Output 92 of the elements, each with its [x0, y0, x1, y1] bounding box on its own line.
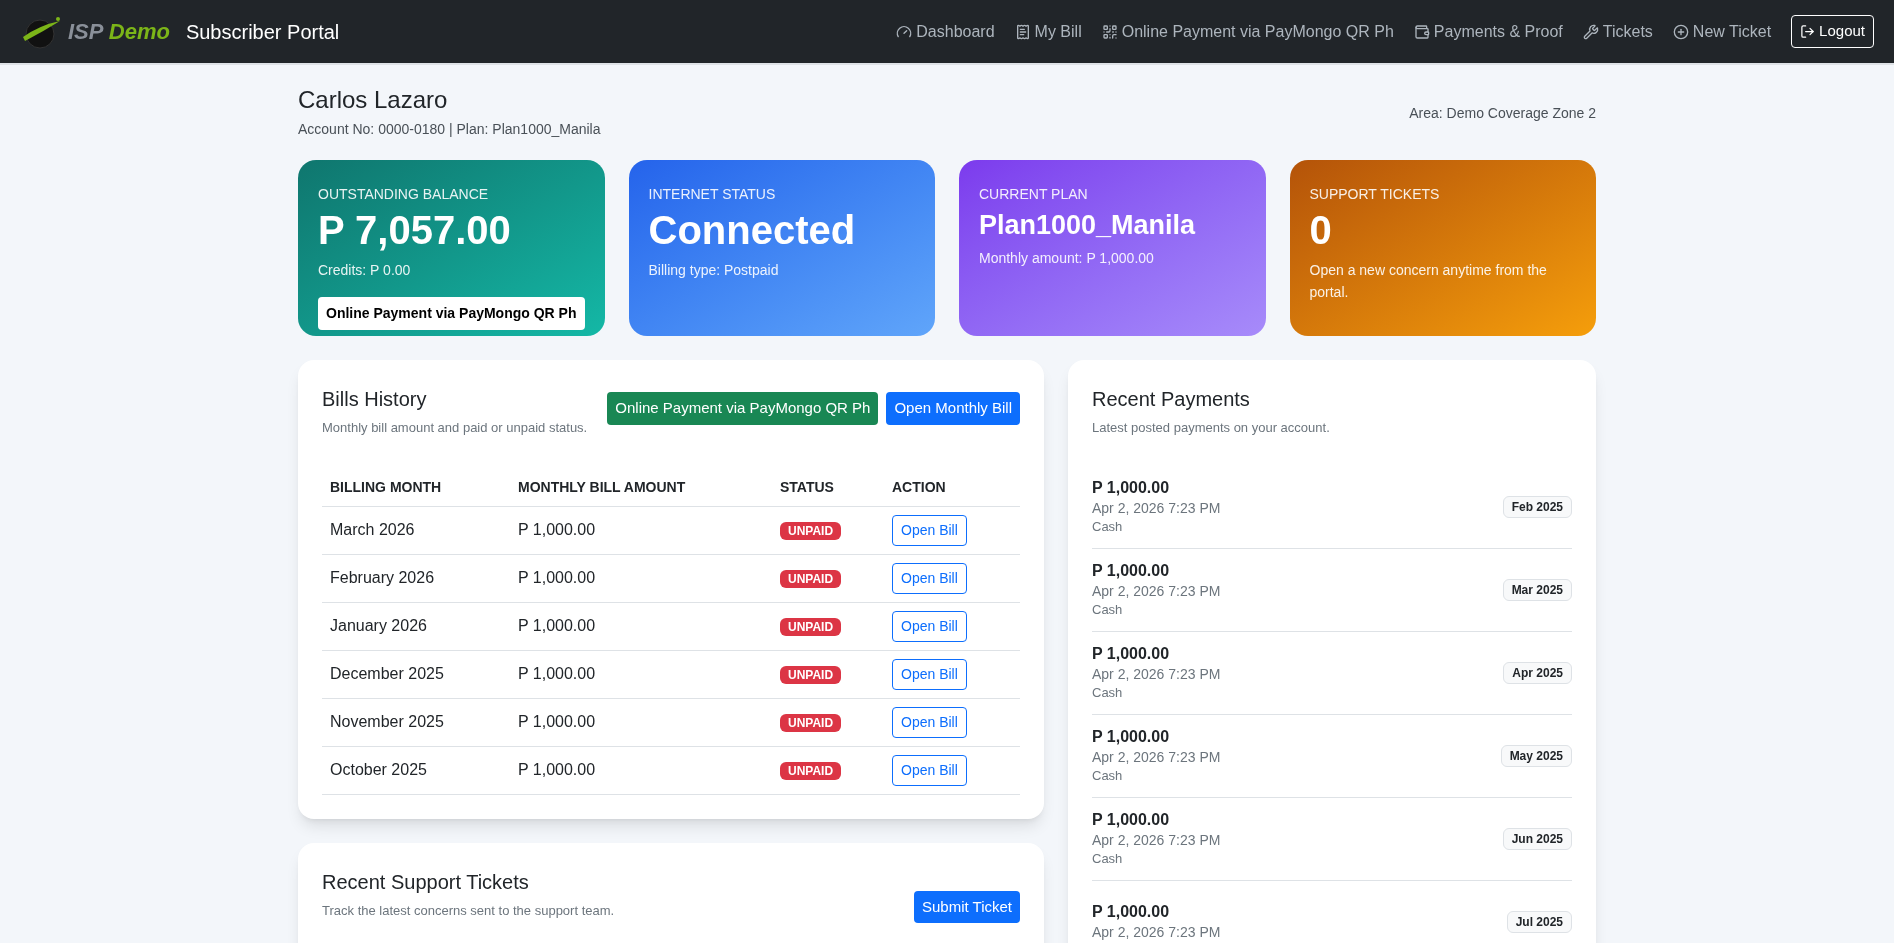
payment-method: Cash: [1092, 849, 1124, 868]
wallet-icon: [1413, 23, 1430, 40]
column-header: STATUS: [772, 468, 884, 506]
brand-logo-text: ISP Demo: [68, 18, 170, 46]
period-badge: May 2025: [1500, 744, 1572, 767]
table-cell: P 1,000.00: [510, 602, 772, 650]
card-label: CURRENT PLAN: [979, 185, 1089, 204]
submit-ticket-button[interactable]: Submit Ticket: [913, 890, 1020, 923]
payment-date: Apr 2, 2026 7:23 PM: [1092, 499, 1221, 518]
card-note: Credits: P 0.00: [318, 261, 412, 280]
payment-date: Apr 2, 2026 7:23 PM: [1092, 831, 1221, 850]
card-value: Plan1000_Manila: [979, 209, 1197, 242]
card-note: Open a new concern anytime from the portal.: [1309, 261, 1548, 303]
payment-date: Apr 2, 2026 7:23 PM: [1092, 922, 1221, 942]
card-value: Connected: [648, 207, 857, 254]
subscriber-name: Carlos Lazaro: [298, 85, 449, 115]
area-label: Area: Demo Coverage Zone 2: [1409, 104, 1596, 123]
table-cell: P 1,000.00: [510, 698, 772, 746]
payment-date: Apr 2, 2026 7:23 PM: [1092, 665, 1221, 684]
open-monthly-bill-button[interactable]: Open Monthly Bill: [886, 392, 1020, 425]
card-value: P 7,057.00: [318, 207, 512, 254]
card-note: Billing type: Postpaid: [648, 261, 780, 280]
period-badge: Jul 2025: [1506, 910, 1572, 933]
nav-link[interactable]: Dashboard: [896, 19, 995, 44]
payment-amount: P 1,000.00: [1092, 902, 1171, 923]
open-bill-button[interactable]: Open Bill: [892, 610, 967, 642]
table-cell: P 1,000.00: [510, 506, 772, 554]
panel-title: Recent Support Tickets: [322, 869, 530, 895]
table-cell: December 2025: [322, 650, 510, 698]
table-cell: November 2025: [322, 698, 510, 746]
plus-circle-icon: [1672, 23, 1689, 40]
nav-link[interactable]: Payments & Proof: [1413, 19, 1563, 44]
open-bill-button[interactable]: Open Bill: [892, 754, 967, 786]
panel-title: Recent Payments: [1092, 387, 1251, 412]
wrench-icon: [1582, 23, 1599, 40]
table-cell: P 1,000.00: [510, 746, 772, 794]
nav-link[interactable]: Online Payment via PayMongo QR Ph: [1101, 19, 1394, 44]
qr-code-icon: [1101, 23, 1118, 40]
period-badge: Feb 2025: [1502, 495, 1572, 518]
table-cell: February 2026: [322, 554, 510, 602]
nav-link[interactable]: My Bill: [1014, 19, 1082, 44]
nav-link[interactable]: Tickets: [1582, 19, 1653, 44]
logout-icon: [1800, 24, 1816, 39]
column-header: ACTION: [884, 468, 1020, 506]
payment-date: Apr 2, 2026 7:23 PM: [1092, 582, 1221, 601]
payment-amount: P 1,000.00: [1092, 644, 1171, 665]
panel-subtitle: Track the latest concerns sent to the support team.: [322, 901, 615, 920]
payment-amount: P 1,000.00: [1092, 561, 1171, 582]
card-note: Monthly amount: P 1,000.00: [979, 248, 1155, 268]
table-cell: March 2026: [322, 506, 510, 554]
column-header: MONTHLY BILL AMOUNT: [510, 468, 772, 506]
panel-subtitle: Monthly bill amount and paid or unpaid status.: [322, 419, 588, 437]
table-cell: January 2026: [322, 602, 510, 650]
period-badge: Mar 2025: [1502, 578, 1572, 601]
logout-button[interactable]: Logout: [1791, 15, 1874, 48]
card-value: 0: [1309, 207, 1333, 254]
table-cell: October 2025: [322, 746, 510, 794]
status-badge: UNPAID: [780, 570, 842, 588]
receipt-icon: [1014, 23, 1031, 40]
table-cell: P 1,000.00: [510, 554, 772, 602]
payment-amount: P 1,000.00: [1092, 727, 1171, 748]
payment-method: Cash: [1092, 683, 1124, 702]
portal-title: Subscriber Portal: [185, 19, 340, 45]
card-label: SUPPORT TICKETS: [1309, 185, 1441, 204]
open-bill-button[interactable]: Open Bill: [892, 562, 967, 594]
open-bill-button[interactable]: Open Bill: [892, 514, 967, 546]
card-label: INTERNET STATUS: [648, 185, 777, 204]
open-bill-button[interactable]: Open Bill: [892, 658, 967, 690]
status-badge: UNPAID: [780, 618, 842, 636]
payment-method: Cash: [1092, 517, 1124, 536]
table-cell: P 1,000.00: [510, 650, 772, 698]
nav-link[interactable]: New Ticket: [1672, 19, 1772, 44]
account-info: Account No: 0000-0180 | Plan: Plan1000_Manila: [298, 120, 601, 139]
payment-date: Apr 2, 2026 7:23 PM: [1092, 748, 1221, 767]
status-badge: UNPAID: [780, 666, 842, 684]
gauge-icon: [896, 23, 913, 40]
online-payment-button[interactable]: Online Payment via PayMongo QR Ph: [607, 392, 879, 425]
panel-title: Bills History: [322, 387, 428, 412]
payment-amount: P 1,000.00: [1092, 478, 1171, 499]
payment-amount: P 1,000.00: [1092, 810, 1171, 831]
column-header: BILLING MONTH: [322, 468, 510, 506]
open-bill-button[interactable]: Open Bill: [892, 706, 967, 738]
status-badge: UNPAID: [780, 522, 842, 540]
period-badge: Apr 2025: [1503, 661, 1572, 684]
status-badge: UNPAID: [780, 762, 842, 780]
online-payment-button[interactable]: Online Payment via PayMongo QR Ph: [318, 297, 585, 331]
panel-subtitle: Latest posted payments on your account.: [1092, 419, 1331, 437]
period-badge: Jun 2025: [1502, 827, 1572, 850]
card-label: OUTSTANDING BALANCE: [318, 185, 490, 204]
payment-method: Cash: [1092, 766, 1124, 785]
status-badge: UNPAID: [780, 714, 842, 732]
payment-method: Cash: [1092, 600, 1124, 619]
